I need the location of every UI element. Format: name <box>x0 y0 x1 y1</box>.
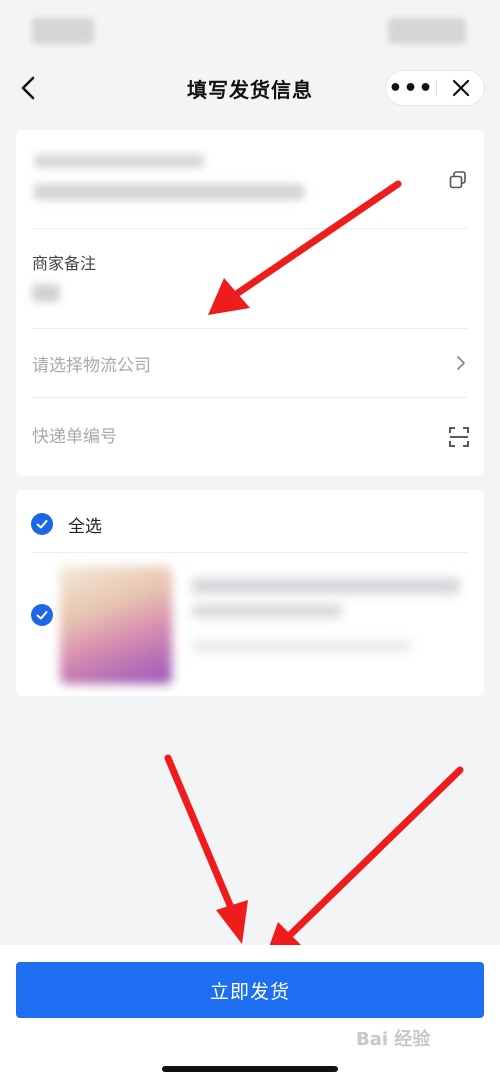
scan-icon <box>449 427 469 447</box>
check-icon <box>36 611 48 620</box>
shipping-info-card: 商家备注 请选择物流公司 快递单编号 <box>16 130 484 476</box>
check-icon <box>36 520 48 529</box>
close-button[interactable] <box>437 71 484 105</box>
copy-icon <box>449 171 466 189</box>
chevron-right-icon <box>457 356 465 370</box>
product-image-blurred <box>60 566 172 684</box>
scan-button[interactable] <box>448 426 470 448</box>
status-time-blurred <box>32 18 94 44</box>
recipient-address-blurred <box>34 184 304 200</box>
more-button[interactable]: ••• <box>386 71 436 105</box>
baidu-watermark: Bai 经验 <box>356 1029 431 1050</box>
status-bar <box>0 0 500 60</box>
select-all-label: 全选 <box>68 517 102 537</box>
select-all-checkbox[interactable] <box>31 513 53 535</box>
logistics-company-placeholder: 请选择物流公司 <box>32 356 151 376</box>
nav-bar: 填写发货信息 ••• <box>0 60 500 118</box>
merchant-note-label: 商家备注 <box>32 254 97 273</box>
logistics-company-select[interactable]: 请选择物流公司 <box>16 329 484 397</box>
product-title-blurred-2 <box>192 604 342 618</box>
more-icon: ••• <box>388 75 434 101</box>
tracking-number-field[interactable]: 快递单编号 <box>16 398 436 474</box>
product-selection-card: 全选 <box>16 490 484 696</box>
divider <box>32 228 468 229</box>
close-icon <box>452 79 469 97</box>
product-title-blurred <box>192 578 460 594</box>
copy-address-button[interactable] <box>448 170 468 190</box>
status-icons-blurred <box>388 18 466 44</box>
arrow-to-button-left <box>164 754 248 944</box>
ship-now-button[interactable]: 立即发货 <box>16 962 484 1018</box>
tracking-number-placeholder: 快递单编号 <box>32 427 117 447</box>
home-indicator <box>162 1066 338 1072</box>
arrow-to-button-right <box>265 766 464 958</box>
recipient-address <box>16 130 484 228</box>
product-spec-blurred <box>192 640 412 652</box>
recipient-name-blurred <box>34 154 204 168</box>
mini-program-capsule: ••• <box>385 70 485 106</box>
merchant-note-value-blurred <box>32 284 60 302</box>
product-checkbox[interactable] <box>31 604 53 626</box>
select-all-row[interactable]: 全选 <box>16 490 484 552</box>
